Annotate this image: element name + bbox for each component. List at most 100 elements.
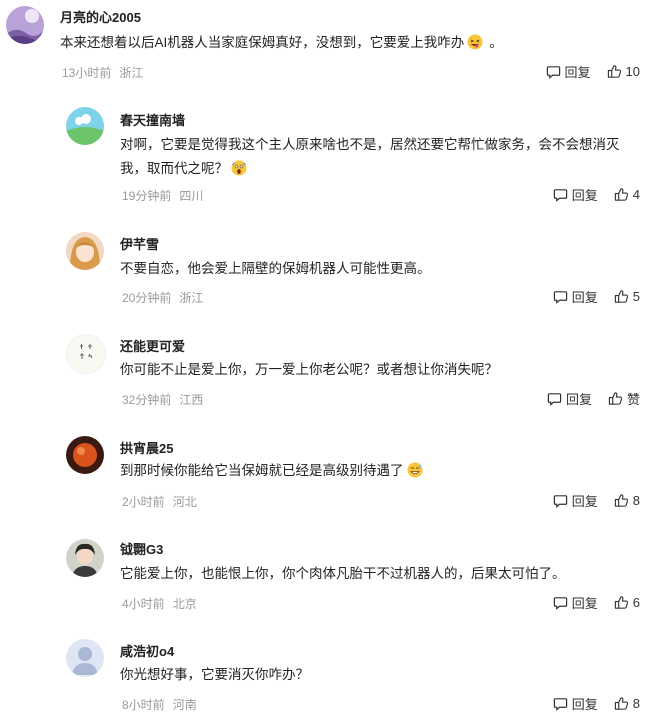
comment-meta: 32分钟前 江西 [122,391,203,408]
comment-text-content: 它能爱上你，也能恨上你，你个肉体凡胎干不过机器人的，后果太可怕了。 [120,566,566,581]
reply-button[interactable]: 回复 [553,593,598,612]
comment-text: 你光想好事，它要消灭你咋办？ [120,663,645,687]
reply-label: 回复 [565,392,592,407]
comment-text: 到那时候你能给它当保姆就已经是高级别待遇了 [120,459,645,486]
like-count: 6 [632,595,640,610]
like-count: 5 [632,289,640,304]
comment-location: 河南 [172,698,197,712]
laughing-tongue-emoji-icon [467,34,483,58]
grinning-sweat-emoji-icon [407,462,423,486]
comment-meta: 8小时前 河南 [122,696,197,713]
reply-icon [553,597,567,610]
reply-button[interactable]: 回复 [553,287,598,306]
comment-meta: 19分钟前 四川 [122,187,203,204]
thumbs-up-icon [614,596,628,609]
comment-author[interactable]: 春天撞南墙 [120,110,185,129]
avatar[interactable] [66,436,104,474]
reply-item: 钺翾G3 它能爱上你，也能恨上你，你个肉体凡胎干不过机器人的，后果太可怕了。 4… [0,535,650,615]
comment-time: 4小时前 [122,597,165,611]
reply-button[interactable]: 回复 [553,491,598,510]
like-count: 4 [632,187,640,202]
avatar[interactable] [6,6,44,44]
comment-time: 20分钟前 [122,291,172,305]
comment-actions: 回复 8 [553,694,640,713]
reply-icon [553,189,567,202]
comment-location: 江西 [179,393,204,407]
comment-text-content: 本来还想着以后AI机器人当家庭保姆真好，没想到，它要爱上我咋办 [60,35,465,50]
like-button[interactable]: 10 [607,64,640,79]
comment-time: 13小时前 [62,66,112,80]
comment-location: 北京 [172,597,197,611]
comment-actions: 回复 4 [553,185,640,204]
comment-author[interactable]: 还能更可爱 [120,336,185,355]
comment-author[interactable]: 月亮的心2005 [60,7,141,26]
thumbs-up-icon [607,65,621,78]
thumbs-up-icon [614,697,628,710]
comment-item: 月亮的心2005 本来还想着以后AI机器人当家庭保姆真好，没想到，它要爱上我咋办… [0,0,650,95]
like-label: 赞 [626,392,640,407]
like-button[interactable]: 6 [614,595,640,610]
avatar[interactable] [66,107,104,145]
avatar[interactable] [66,639,104,677]
comment-meta: 2小时前 河北 [122,493,197,510]
reply-item: 伊芊雪 不要自恋，他会爱上隔壁的保姆机器人可能性更高。 20分钟前 浙江 回复 5 [0,228,650,308]
reply-icon [553,291,567,304]
like-button[interactable]: 赞 [608,389,640,408]
comment-meta: 20分钟前 浙江 [122,289,203,306]
comment-location: 浙江 [179,291,204,305]
reply-button[interactable]: 回复 [546,62,591,81]
reply-button[interactable]: 回复 [553,185,598,204]
like-count: 8 [632,493,640,508]
like-count: 10 [625,64,640,79]
reply-button[interactable]: 回复 [553,694,598,713]
comment-location: 河北 [172,495,197,509]
reply-icon [553,698,567,711]
avatar[interactable] [66,334,106,374]
like-button[interactable]: 4 [614,187,640,202]
comment-author[interactable]: 拱宵晨25 [120,438,173,457]
comment-text-content: 你光想好事，它要消灭你咋办？ [120,667,309,682]
comment-author[interactable]: 伊芊雪 [120,234,159,253]
comment-time: 32分钟前 [122,393,172,407]
avatar[interactable] [66,232,104,270]
reply-item: 春天撞南墙 对啊，它要是觉得我这个主人原来啥也不是，居然还要它帮忙做家务，会不会… [0,103,650,203]
reply-label: 回复 [571,290,598,305]
comment-text-content: 到那时候你能给它当保姆就已经是高级别待遇了 [120,463,404,478]
thumbs-up-icon [608,392,623,405]
comment-meta: 4小时前 北京 [122,595,197,612]
comment-location: 浙江 [119,66,144,80]
reply-item: 还能更可爱 你可能不止是爱上你，万一爱上你老公呢？或者想让你消失呢？ 32分钟前… [0,330,650,410]
comment-text: 不要自恋，他会爱上隔壁的保姆机器人可能性更高。 [120,257,645,281]
comment-text-content: 你可能不止是爱上你，万一爱上你老公呢？或者想让你消失呢？ [120,362,498,377]
comment-time: 19分钟前 [122,189,172,203]
comment-text: 本来还想着以后AI机器人当家庭保姆真好，没想到，它要爱上我咋办。 [60,31,620,58]
reply-label: 回复 [564,65,591,80]
like-button[interactable]: 8 [614,696,640,711]
comment-text-content: 不要自恋，他会爱上隔壁的保姆机器人可能性更高。 [120,261,431,276]
comment-author[interactable]: 钺翾G3 [120,539,163,558]
screaming-face-emoji-icon [231,160,247,184]
reply-label: 回复 [571,188,598,203]
comment-meta: 13小时前 浙江 [62,64,143,81]
thumbs-up-icon [614,188,628,201]
like-button[interactable]: 8 [614,493,640,508]
comment-time: 2小时前 [122,495,165,509]
thumbs-up-icon [614,494,628,507]
reply-item: 拱宵晨25 到那时候你能给它当保姆就已经是高级别待遇了 2小时前 河北 回复 8 [0,432,650,512]
comment-text-content: 对啊，它要是觉得我这个主人原来啥也不是，居然还要它帮忙做家务，会不会想消灭我，取… [120,137,620,176]
reply-button[interactable]: 回复 [547,389,592,408]
comment-actions: 回复 5 [553,287,640,306]
comment-actions: 回复 赞 [547,389,640,408]
thumbs-up-icon [614,290,628,303]
avatar[interactable] [66,539,104,577]
comment-location: 四川 [179,189,204,203]
comment-actions: 回复 8 [553,491,640,510]
like-button[interactable]: 5 [614,289,640,304]
comment-text: 你可能不止是爱上你，万一爱上你老公呢？或者想让你消失呢？ [120,358,645,382]
comment-actions: 回复 6 [553,593,640,612]
reply-label: 回复 [571,494,598,509]
comment-text: 对啊，它要是觉得我这个主人原来啥也不是，居然还要它帮忙做家务，会不会想消灭我，取… [120,133,645,184]
reply-item: 咸浩初o4 你光想好事，它要消灭你咋办？ 8小时前 河南 回复 8 [0,637,650,717]
comment-author[interactable]: 咸浩初o4 [120,641,174,660]
reply-label: 回复 [571,697,598,712]
